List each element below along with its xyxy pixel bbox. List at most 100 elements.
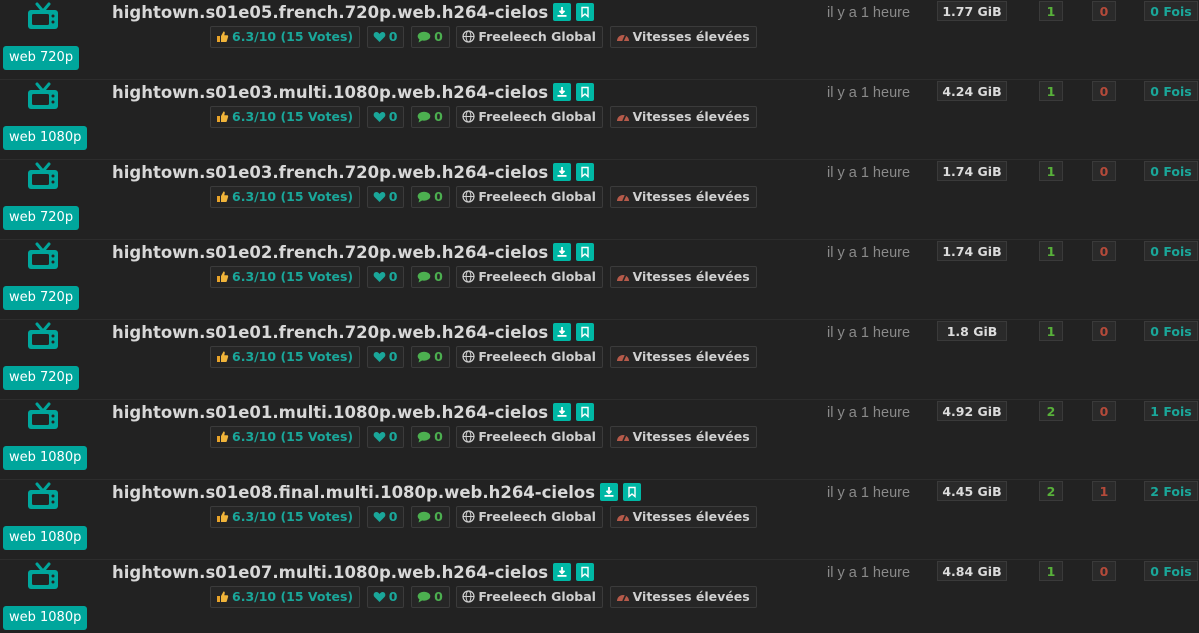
torrent-name[interactable]: hightown.s01e05.french.720p.web.h264-cie… xyxy=(112,3,548,22)
comments-chip[interactable]: 0 xyxy=(411,426,450,448)
comments-chip[interactable]: 0 xyxy=(411,186,450,208)
download-button[interactable] xyxy=(553,562,572,581)
download-button[interactable] xyxy=(553,402,572,421)
category-badge[interactable]: web 1080p xyxy=(3,446,88,470)
completed-count[interactable]: 0 Fois xyxy=(1144,1,1198,21)
likes-chip[interactable]: 0 xyxy=(366,266,405,288)
tv-icon[interactable] xyxy=(26,562,60,592)
seeders-count[interactable]: 1 xyxy=(1039,241,1063,261)
torrent-title[interactable]: hightown.s01e07.multi.1080p.web.h264-cie… xyxy=(112,562,595,583)
torrent-title[interactable]: hightown.s01e03.french.720p.web.h264-cie… xyxy=(112,162,595,183)
tv-icon[interactable] xyxy=(26,322,60,352)
speed-chip: Vitesses élevées xyxy=(609,106,757,128)
torrent-title[interactable]: hightown.s01e01.french.720p.web.h264-cie… xyxy=(112,322,595,343)
heart-icon xyxy=(373,432,386,442)
rating-chip[interactable]: 6.3/10 (15 Votes) xyxy=(210,426,361,448)
tv-icon[interactable] xyxy=(26,2,60,32)
category-badge[interactable]: web 1080p xyxy=(3,126,88,150)
completed-count[interactable]: 2 Fois xyxy=(1144,481,1198,501)
likes-chip[interactable]: 0 xyxy=(366,106,405,128)
bookmark-button[interactable] xyxy=(576,562,595,581)
likes-chip[interactable]: 0 xyxy=(366,346,405,368)
rating-chip[interactable]: 6.3/10 (15 Votes) xyxy=(210,186,361,208)
rating-chip[interactable]: 6.3/10 (15 Votes) xyxy=(210,266,361,288)
completed-count[interactable]: 0 Fois xyxy=(1144,561,1198,581)
leechers-count[interactable]: 0 xyxy=(1092,401,1116,421)
leechers-count[interactable]: 0 xyxy=(1092,561,1116,581)
seeders-count[interactable]: 1 xyxy=(1039,1,1063,21)
tv-icon[interactable] xyxy=(26,402,60,432)
tv-icon[interactable] xyxy=(26,162,60,192)
download-button[interactable] xyxy=(553,162,572,181)
bookmark-button[interactable] xyxy=(576,322,595,341)
torrent-name[interactable]: hightown.s01e08.final.multi.1080p.web.h2… xyxy=(112,483,595,502)
leechers-count[interactable]: 1 xyxy=(1092,481,1116,501)
bookmark-button[interactable] xyxy=(623,482,642,501)
download-button[interactable] xyxy=(553,82,572,101)
rating-chip[interactable]: 6.3/10 (15 Votes) xyxy=(210,346,361,368)
likes-chip[interactable]: 0 xyxy=(366,186,405,208)
torrent-name[interactable]: hightown.s01e03.french.720p.web.h264-cie… xyxy=(112,163,548,182)
comments-chip[interactable]: 0 xyxy=(411,506,450,528)
rating-chip[interactable]: 6.3/10 (15 Votes) xyxy=(210,506,361,528)
comments-chip[interactable]: 0 xyxy=(411,26,450,48)
download-button[interactable] xyxy=(600,482,619,501)
seeders-count[interactable]: 2 xyxy=(1039,401,1063,421)
torrent-title[interactable]: hightown.s01e08.final.multi.1080p.web.h2… xyxy=(112,482,642,503)
bookmark-button[interactable] xyxy=(576,82,595,101)
torrent-title[interactable]: hightown.s01e01.multi.1080p.web.h264-cie… xyxy=(112,402,595,423)
comments-chip[interactable]: 0 xyxy=(411,106,450,128)
comments-chip[interactable]: 0 xyxy=(411,346,450,368)
category-badge[interactable]: web 1080p xyxy=(3,526,88,550)
download-button[interactable] xyxy=(553,2,572,21)
torrent-title[interactable]: hightown.s01e03.multi.1080p.web.h264-cie… xyxy=(112,82,595,103)
likes-chip[interactable]: 0 xyxy=(366,426,405,448)
torrent-name[interactable]: hightown.s01e02.french.720p.web.h264-cie… xyxy=(112,243,548,262)
leechers-count[interactable]: 0 xyxy=(1092,161,1116,181)
freeleech-chip: Freeleech Global xyxy=(456,26,603,48)
completed-count[interactable]: 0 Fois xyxy=(1144,81,1198,101)
tv-icon[interactable] xyxy=(26,82,60,112)
leechers-count[interactable]: 0 xyxy=(1092,321,1116,341)
bookmark-button[interactable] xyxy=(576,242,595,261)
completed-count[interactable]: 0 Fois xyxy=(1144,161,1198,181)
bookmark-button[interactable] xyxy=(576,2,595,21)
category-badge[interactable]: web 1080p xyxy=(3,606,88,630)
torrent-title[interactable]: hightown.s01e05.french.720p.web.h264-cie… xyxy=(112,2,595,23)
torrent-title[interactable]: hightown.s01e02.french.720p.web.h264-cie… xyxy=(112,242,595,263)
tv-icon[interactable] xyxy=(26,242,60,272)
completed-count[interactable]: 0 Fois xyxy=(1144,241,1198,261)
seeders-count[interactable]: 1 xyxy=(1039,81,1063,101)
completed-count[interactable]: 1 Fois xyxy=(1144,401,1198,421)
leechers-count[interactable]: 0 xyxy=(1092,81,1116,101)
tv-icon[interactable] xyxy=(26,482,60,512)
rating-chip[interactable]: 6.3/10 (15 Votes) xyxy=(210,26,361,48)
rating-chip[interactable]: 6.3/10 (15 Votes) xyxy=(210,106,361,128)
seeders-count[interactable]: 1 xyxy=(1039,161,1063,181)
seeders-count[interactable]: 1 xyxy=(1039,561,1063,581)
seeders-count[interactable]: 1 xyxy=(1039,321,1063,341)
category-badge[interactable]: web 720p xyxy=(3,206,80,230)
torrent-name[interactable]: hightown.s01e01.multi.1080p.web.h264-cie… xyxy=(112,403,548,422)
bookmark-button[interactable] xyxy=(576,402,595,421)
comments-chip[interactable]: 0 xyxy=(411,586,450,608)
torrent-name[interactable]: hightown.s01e03.multi.1080p.web.h264-cie… xyxy=(112,83,548,102)
download-button[interactable] xyxy=(553,322,572,341)
seeders-count[interactable]: 2 xyxy=(1039,481,1063,501)
completed-count[interactable]: 0 Fois xyxy=(1144,321,1198,341)
upload-age: il y a 1 heure xyxy=(827,85,911,101)
torrent-name[interactable]: hightown.s01e07.multi.1080p.web.h264-cie… xyxy=(112,563,548,582)
rating-chip[interactable]: 6.3/10 (15 Votes) xyxy=(210,586,361,608)
download-button[interactable] xyxy=(553,242,572,261)
likes-chip[interactable]: 0 xyxy=(366,586,405,608)
leechers-count[interactable]: 0 xyxy=(1092,1,1116,21)
category-badge[interactable]: web 720p xyxy=(3,46,80,70)
leechers-count[interactable]: 0 xyxy=(1092,241,1116,261)
likes-chip[interactable]: 0 xyxy=(366,506,405,528)
bookmark-button[interactable] xyxy=(576,162,595,181)
category-badge[interactable]: web 720p xyxy=(3,286,80,310)
torrent-name[interactable]: hightown.s01e01.french.720p.web.h264-cie… xyxy=(112,323,548,342)
likes-chip[interactable]: 0 xyxy=(366,26,405,48)
comments-chip[interactable]: 0 xyxy=(411,266,450,288)
category-badge[interactable]: web 720p xyxy=(3,366,80,390)
